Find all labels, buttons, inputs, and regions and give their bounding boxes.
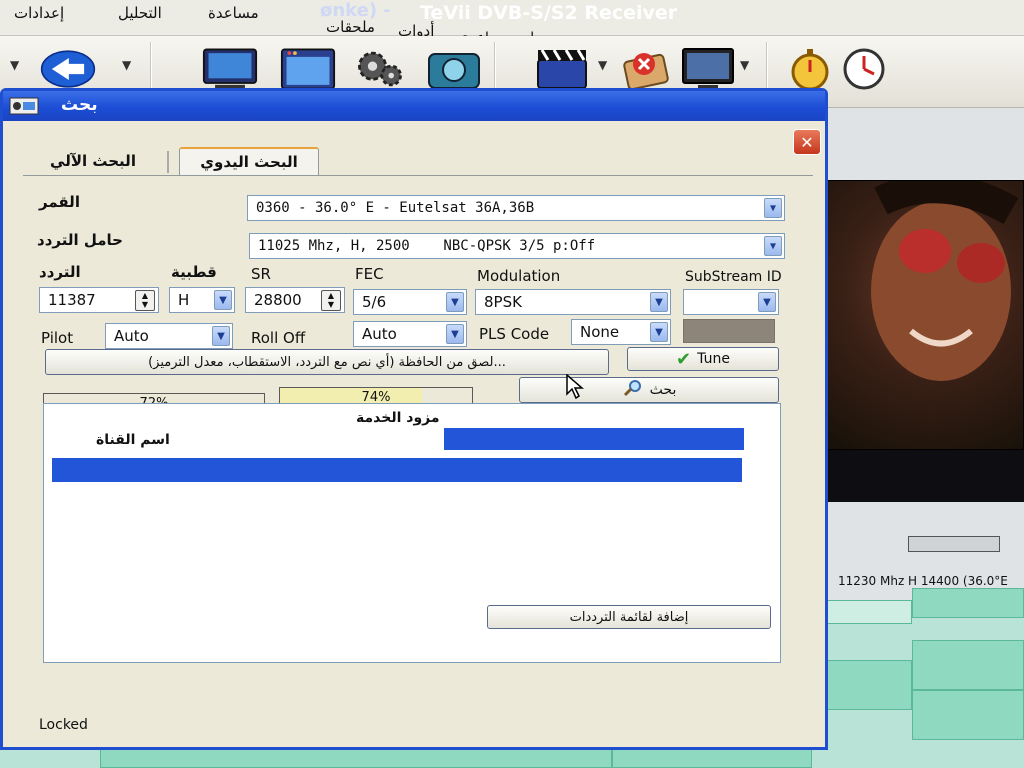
video-bottom-bar — [820, 450, 1024, 502]
pilot-label: Pilot — [41, 329, 74, 347]
sr-value: 28800 — [254, 291, 302, 309]
list-header-highlight — [444, 428, 744, 450]
column-channel-name[interactable]: اسم القناة — [96, 432, 170, 448]
search-dialog: بحث ✕ البحث الآلي البحث اليدوي القمر 036… — [0, 88, 828, 750]
pilot-value: Auto — [114, 327, 149, 345]
search-window-icon — [9, 97, 39, 115]
rolloff-label: Roll Off — [251, 329, 306, 347]
pls-code-select[interactable]: None ▼ — [571, 319, 671, 345]
tune-button[interactable]: ✔ Tune — [627, 347, 779, 371]
magnifier-icon — [622, 379, 644, 401]
back-arrow-icon[interactable] — [40, 44, 96, 94]
chevron-down-icon[interactable]: ▼ — [740, 58, 749, 72]
satellite-select[interactable]: 0360 - 36.0° E - Eutelsat 36A,36B ▼ — [247, 195, 785, 221]
tune-button-label: Tune — [697, 351, 730, 367]
search-button[interactable]: بحث — [519, 377, 779, 403]
substream-label: SubStream ID — [685, 269, 782, 285]
menu-analysis[interactable]: التحليل — [118, 4, 162, 22]
chevron-down-icon[interactable]: ▼ — [122, 58, 131, 72]
chevron-down-icon[interactable]: ▼ — [650, 292, 668, 312]
dialog-titlebar[interactable]: بحث — [3, 91, 825, 121]
tab-auto-search[interactable]: البحث الآلي — [33, 147, 153, 175]
satellite-value: 0360 - 36.0° E - Eutelsat 36A,36B — [256, 200, 535, 216]
frequency-label: التردد — [39, 263, 81, 281]
paste-from-clipboard-button[interactable]: ...لصق من الحافظة (أي نص مع التردد، الاس… — [45, 349, 609, 375]
spin-arrows-icon[interactable]: ▲ ▼ — [321, 290, 341, 311]
video-preview[interactable] — [820, 173, 1024, 450]
screen-icon[interactable] — [280, 44, 336, 94]
sr-stepper[interactable]: 28800 ▲ ▼ — [245, 287, 345, 313]
pls-code-label: PLS Code — [479, 325, 550, 343]
mouse-cursor-icon — [566, 373, 586, 404]
menu-settings[interactable]: إعدادات — [14, 4, 64, 22]
transponder-label: حامل التردد — [37, 231, 123, 249]
menu-plugins[interactable]: ملحقات — [326, 18, 375, 36]
add-to-frequency-list-button[interactable]: إضافة لقائمة الترددات — [487, 605, 771, 629]
spin-arrows-icon[interactable]: ▲ ▼ — [135, 290, 155, 311]
polarity-value: H — [178, 291, 190, 309]
clock-icon[interactable] — [836, 44, 892, 94]
substream-select[interactable]: ▼ — [683, 289, 779, 315]
chevron-down-icon[interactable]: ▼ — [598, 58, 607, 72]
monitor-icon[interactable] — [680, 44, 736, 94]
camera-icon[interactable] — [426, 44, 482, 94]
search-button-label: بحث — [649, 382, 677, 398]
column-provider[interactable]: مزود الخدمة — [356, 410, 440, 426]
fec-value: 5/6 — [362, 293, 387, 311]
fec-select[interactable]: 5/6 ▼ — [353, 289, 467, 315]
clapper-icon[interactable] — [534, 44, 590, 94]
delete-icon[interactable] — [618, 44, 674, 94]
pls-code-value: None — [580, 323, 620, 341]
chevron-down-icon[interactable]: ▼ — [10, 58, 19, 72]
tab-divider — [167, 151, 169, 173]
modulation-value: 8PSK — [484, 293, 522, 311]
chevron-down-icon[interactable]: ▼ — [212, 326, 230, 346]
list-item-selected[interactable] — [52, 458, 742, 482]
tv-icon[interactable] — [202, 44, 258, 94]
frequency-stepper[interactable]: 11387 ▲ ▼ — [39, 287, 159, 313]
sr-label: SR — [251, 265, 271, 283]
pilot-select[interactable]: Auto ▼ — [105, 323, 233, 349]
pls-value-box[interactable] — [683, 319, 775, 343]
chevron-down-icon[interactable]: ▼ — [758, 292, 776, 312]
gear-icon[interactable] — [352, 44, 408, 94]
chevron-down-icon[interactable]: ▼ — [446, 292, 464, 312]
chevron-down-icon[interactable]: ▼ — [764, 236, 782, 256]
volume-bar[interactable] — [908, 536, 1000, 552]
app-menubar: ønke) - TeVii DVB-S/S2 Receiver إعدادات … — [0, 0, 1024, 46]
chevron-down-icon[interactable]: ▼ — [214, 290, 232, 310]
check-icon: ✔ — [676, 348, 692, 370]
close-button[interactable]: ✕ — [793, 129, 821, 155]
chevron-down-icon[interactable]: ▼ — [446, 324, 464, 344]
transponder-select[interactable]: 11025 Mhz, H, 2500 NBC-QPSK 3/5 p:Off ▼ — [249, 233, 785, 259]
status-text: Locked — [39, 717, 88, 733]
chevron-down-icon[interactable]: ▼ — [650, 322, 668, 342]
modulation-select[interactable]: 8PSK ▼ — [475, 289, 671, 315]
polarity-select[interactable]: H ▼ — [169, 287, 235, 313]
fec-label: FEC — [355, 265, 384, 283]
rolloff-select[interactable]: Auto ▼ — [353, 321, 467, 347]
frequency-value: 11387 — [48, 291, 96, 309]
menu-help[interactable]: مساعدة — [208, 4, 259, 22]
polarity-label: قطبية — [171, 263, 217, 281]
rolloff-value: Auto — [362, 325, 397, 343]
transponder-value: 11025 Mhz, H, 2500 NBC-QPSK 3/5 p:Off — [258, 238, 596, 254]
dialog-title: بحث — [61, 95, 98, 115]
app-title: TeVii DVB-S/S2 Receiver — [420, 2, 678, 24]
satellite-label: القمر — [39, 193, 80, 211]
status-frequency: 11230 Mhz H 14400 (36.0°E — [838, 574, 1008, 588]
tab-manual-search[interactable]: البحث اليدوي — [179, 147, 319, 175]
modulation-label: Modulation — [477, 267, 561, 285]
stopwatch-icon[interactable] — [782, 44, 838, 94]
chevron-down-icon[interactable]: ▼ — [764, 198, 782, 218]
